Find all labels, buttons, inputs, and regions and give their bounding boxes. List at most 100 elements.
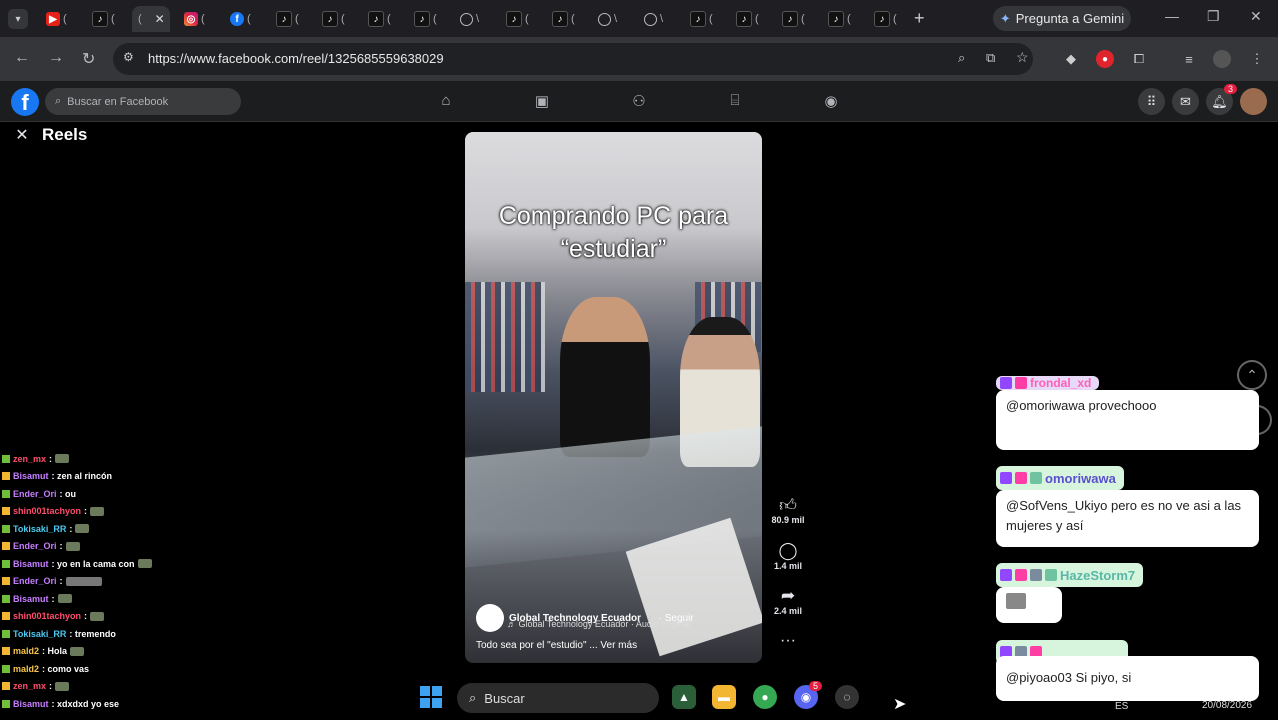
install-app-icon[interactable]: ⧉: [986, 50, 995, 66]
like-icon: 👍︎: [779, 496, 797, 515]
browser-tab[interactable]: ♪(: [362, 6, 406, 32]
friends-icon[interactable]: ⚇: [629, 92, 649, 110]
browser-tab[interactable]: ♪(: [546, 6, 590, 32]
browser-tab[interactable]: ♪(: [684, 6, 728, 32]
address-bar[interactable]: ⚙ https://www.facebook.com/reel/13256855…: [113, 43, 1033, 75]
marketplace-icon[interactable]: ⌸: [725, 92, 745, 110]
chat-badge-icon: [2, 542, 10, 551]
chat-message: @SofVens_Ukiyo pero es no ve asi a las m…: [1006, 498, 1242, 533]
browser-tab[interactable]: ♪(: [408, 6, 452, 32]
back-button[interactable]: ←: [14, 49, 30, 67]
site-info-icon[interactable]: ⚙: [123, 50, 134, 64]
extension-icon[interactable]: ◆: [1062, 50, 1080, 68]
chat-text: :: [84, 611, 88, 622]
chat-line: mald2: como vas: [2, 660, 202, 678]
share-button[interactable]: ➦ 2.4 mil: [768, 586, 808, 616]
browser-tab[interactable]: ♪(: [500, 6, 544, 32]
app-icon[interactable]: ▲: [672, 685, 696, 709]
browser-tab[interactable]: ♪(: [868, 6, 912, 32]
more-options-icon[interactable]: ···: [768, 632, 808, 650]
chat-username: omoriwawa: [1045, 470, 1116, 486]
browser-tab[interactable]: ♪(: [316, 6, 360, 32]
reel-description[interactable]: Todo sea por el "estudio" ... Ver más: [476, 640, 637, 651]
chrome-icon[interactable]: ●: [753, 685, 777, 709]
globe-icon: [644, 12, 657, 26]
search-icon: ⌕: [469, 690, 477, 705]
minimize-button[interactable]: —: [1165, 8, 1179, 24]
tab-label: (: [571, 13, 575, 25]
discord-icon[interactable]: ◉ 5: [794, 681, 822, 709]
restore-button[interactable]: ❐: [1207, 8, 1220, 25]
notifications-badge: 3: [1223, 84, 1237, 94]
zoom-icon[interactable]: ⌕: [958, 50, 965, 66]
browser-tab[interactable]: ♪(: [822, 6, 866, 32]
reload-button[interactable]: ↻: [82, 49, 95, 69]
reels-close-icon[interactable]: ✕: [11, 124, 33, 146]
facebook-search-input[interactable]: ⌕ Buscar en Facebook: [45, 88, 241, 115]
chat-bubble: @omoriwawa provechooo: [996, 390, 1259, 450]
taskbar-date[interactable]: 20/08/2026: [1202, 700, 1252, 711]
chat-username: HazeStorm7: [1060, 567, 1136, 583]
emote-image: [1006, 593, 1026, 609]
chat-line: Tokisaki_RR:: [2, 520, 202, 538]
chat-line: zen_mx:: [2, 450, 202, 468]
taskbar-search[interactable]: ⌕ Buscar: [457, 683, 659, 713]
window-close-button[interactable]: ✕: [1250, 8, 1262, 25]
author-avatar[interactable]: [476, 604, 504, 632]
bookmark-star-icon[interactable]: ☆: [1016, 49, 1029, 66]
browser-tab[interactable]: (✕: [132, 6, 170, 32]
chat-text: : como vas: [42, 663, 90, 674]
windows-start-icon[interactable]: [420, 686, 442, 708]
puzzle-icon[interactable]: ⧠: [1130, 50, 1148, 68]
file-explorer-icon[interactable]: ▬: [712, 685, 736, 709]
tab-label: (: [247, 13, 251, 25]
facebook-logo-icon[interactable]: f: [11, 88, 39, 116]
browser-tab[interactable]: ♪(: [730, 6, 774, 32]
browser-tab[interactable]: \: [592, 6, 636, 32]
account-avatar[interactable]: [1240, 88, 1267, 115]
browser-tab[interactable]: f(: [224, 6, 268, 32]
reel-video[interactable]: Comprando PC para “estudiar” Global Tech…: [465, 132, 762, 663]
language-indicator[interactable]: ES: [1115, 701, 1128, 712]
browser-tab[interactable]: ♪(: [270, 6, 314, 32]
browser-tab[interactable]: ▶(: [40, 6, 84, 32]
search-placeholder: Buscar en Facebook: [67, 95, 169, 108]
groups-icon[interactable]: ◉: [821, 92, 841, 110]
emote-image: [137, 559, 152, 569]
new-tab-button[interactable]: +: [914, 8, 925, 29]
close-icon[interactable]: ✕: [155, 12, 165, 26]
badge-icon: [1000, 569, 1012, 581]
adblock-icon[interactable]: ●: [1096, 50, 1114, 68]
browser-tab[interactable]: ♪(: [86, 6, 130, 32]
caption-line-1: Comprando PC para: [498, 202, 729, 230]
discord-badge: 5: [808, 681, 822, 691]
comment-button[interactable]: ◯ 1.4 mil: [768, 541, 808, 571]
gemini-button[interactable]: ✦ Pregunta a Gemini: [993, 6, 1131, 31]
browser-tab[interactable]: \: [454, 6, 498, 32]
chat-username: Ender_Ori: [13, 541, 57, 552]
app-icon[interactable]: ◌: [835, 685, 859, 709]
reel-caption: Comprando PC para “estudiar”: [465, 200, 762, 266]
menu-grid-icon[interactable]: ⠿: [1138, 88, 1165, 115]
chat-text: :: [69, 523, 73, 534]
reel-audio[interactable]: ♬ Global Technology Ecuador · Audio orig…: [507, 619, 690, 629]
tiktok-icon: ♪: [506, 11, 522, 27]
menu-icon[interactable]: ⋮: [1248, 50, 1266, 68]
profile-avatar[interactable]: [1213, 50, 1231, 68]
video-icon[interactable]: ▣: [532, 92, 552, 110]
home-icon[interactable]: ⌂: [436, 92, 456, 110]
notifications-icon[interactable]: 🔔︎ 3: [1206, 84, 1237, 115]
chat-badge-icon: [2, 507, 10, 516]
chat-username: zen_mx: [13, 453, 47, 464]
browser-tab[interactable]: ◎(: [178, 6, 222, 32]
chat-bubble: [996, 587, 1062, 623]
stream-chat-left: zen_mx: Bisamut: zen al rincón Ender_Ori: …: [2, 440, 202, 713]
like-button[interactable]: 👍︎ 80.9 mil: [768, 495, 808, 525]
scroll-up-icon[interactable]: ⌃: [1237, 360, 1267, 390]
messenger-icon[interactable]: ✉: [1172, 88, 1199, 115]
media-controls-icon[interactable]: ≡: [1180, 50, 1198, 68]
browser-tab[interactable]: ♪(: [776, 6, 820, 32]
forward-button[interactable]: →: [48, 49, 64, 67]
browser-tab[interactable]: \: [638, 6, 682, 32]
tab-search-button[interactable]: ▾: [8, 9, 28, 29]
